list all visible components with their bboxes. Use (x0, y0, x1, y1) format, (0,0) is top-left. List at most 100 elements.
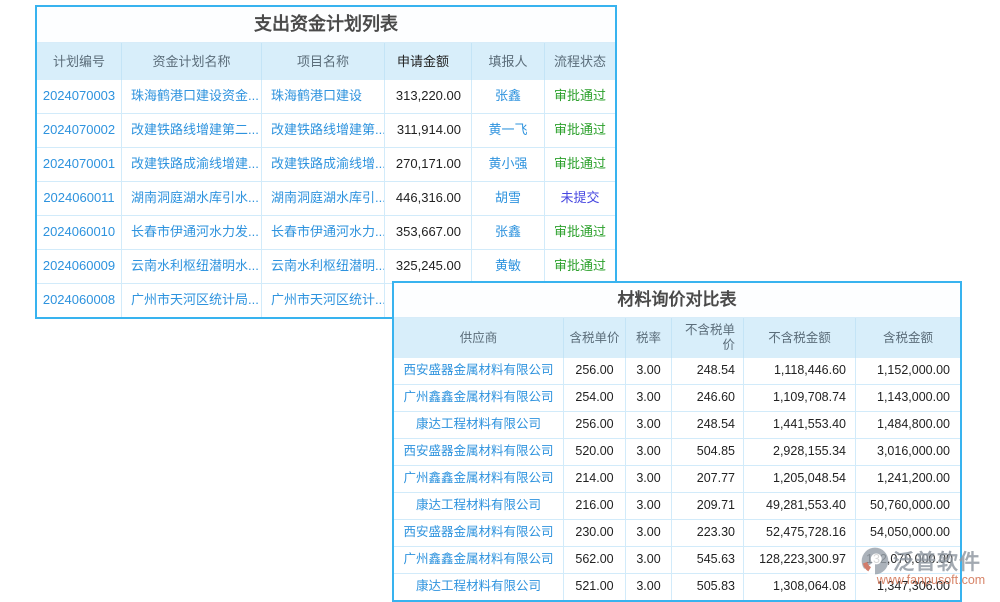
cell-netamount: 1,109,708.74 (744, 385, 856, 411)
cell-id[interactable]: 2024060010 (37, 216, 122, 249)
cell-project[interactable]: 湖南洞庭湖水库引... (262, 182, 385, 215)
table-row: 西安盛器金属材料有限公司520.003.00504.852,928,155.34… (394, 439, 960, 466)
cell-project[interactable]: 改建铁路线增建第... (262, 114, 385, 147)
cell-person[interactable]: 黄小强 (472, 148, 545, 181)
cell-status[interactable]: 审批通过 (545, 80, 615, 113)
table-row: 康达工程材料有限公司521.003.00505.831,308,064.081,… (394, 574, 960, 600)
cell-person[interactable]: 胡雪 (472, 182, 545, 215)
cell-fund[interactable]: 云南水利枢纽潜明水... (122, 250, 262, 283)
cell-id[interactable]: 2024060008 (37, 284, 122, 317)
cell-supplier[interactable]: 广州鑫鑫金属材料有限公司 (394, 466, 564, 492)
cell-id[interactable]: 2024060011 (37, 182, 122, 215)
cell-price: 521.00 (564, 574, 626, 600)
cell-status[interactable]: 未提交 (545, 182, 615, 215)
expenditure-plan-table: 支出资金计划列表 计划编号资金计划名称项目名称申请金额填报人流程状态 20240… (35, 5, 617, 319)
cell-netamount: 1,308,064.08 (744, 574, 856, 600)
cell-person[interactable]: 黄敏 (472, 250, 545, 283)
cell-netprice: 545.63 (672, 547, 744, 573)
cell-amount: 3,016,000.00 (856, 439, 960, 465)
cell-amount: 1,484,800.00 (856, 412, 960, 438)
cell-id[interactable]: 2024070003 (37, 80, 122, 113)
cell-status[interactable]: 审批通过 (545, 250, 615, 283)
table-row: 2024060011湖南洞庭湖水库引水...湖南洞庭湖水库引...446,316… (37, 182, 615, 216)
cell-supplier[interactable]: 康达工程材料有限公司 (394, 574, 564, 600)
cell-id[interactable]: 2024070002 (37, 114, 122, 147)
cell-price: 230.00 (564, 520, 626, 546)
cell-supplier[interactable]: 康达工程材料有限公司 (394, 412, 564, 438)
cell-person[interactable]: 张鑫 (472, 216, 545, 249)
cell-netamount: 49,281,553.40 (744, 493, 856, 519)
cell-netamount: 1,118,446.60 (744, 358, 856, 384)
cell-rate: 3.00 (626, 439, 672, 465)
cell-price: 254.00 (564, 385, 626, 411)
cell-rate: 3.00 (626, 412, 672, 438)
column-header-project: 项目名称 (262, 43, 385, 80)
column-header-fund: 资金计划名称 (122, 43, 262, 80)
cell-rate: 3.00 (626, 493, 672, 519)
cell-amount: 54,050,000.00 (856, 520, 960, 546)
cell-project[interactable]: 云南水利枢纽潜明... (262, 250, 385, 283)
cell-netamount: 1,441,553.40 (744, 412, 856, 438)
cell-netamount: 2,928,155.34 (744, 439, 856, 465)
cell-supplier[interactable]: 西安盛器金属材料有限公司 (394, 520, 564, 546)
cell-supplier[interactable]: 广州鑫鑫金属材料有限公司 (394, 547, 564, 573)
cell-project[interactable]: 改建铁路成渝线增... (262, 148, 385, 181)
cell-supplier[interactable]: 广州鑫鑫金属材料有限公司 (394, 385, 564, 411)
cell-amount: 1,152,000.00 (856, 358, 960, 384)
cell-fund[interactable]: 珠海鹤港口建设资金... (122, 80, 262, 113)
column-header-person: 填报人 (472, 43, 545, 80)
table-row: 2024070003珠海鹤港口建设资金...珠海鹤港口建设313,220.00张… (37, 80, 615, 114)
cell-price: 562.00 (564, 547, 626, 573)
table-row: 2024060010长春市伊通河水力发...长春市伊通河水力...353,667… (37, 216, 615, 250)
cell-fund[interactable]: 改建铁路成渝线增建... (122, 148, 262, 181)
cell-price: 256.00 (564, 358, 626, 384)
table-row: 广州鑫鑫金属材料有限公司562.003.00545.63128,223,300.… (394, 547, 960, 574)
cell-project[interactable]: 长春市伊通河水力... (262, 216, 385, 249)
cell-person[interactable]: 黄一飞 (472, 114, 545, 147)
table-row: 西安盛器金属材料有限公司256.003.00248.541,118,446.60… (394, 358, 960, 385)
cell-rate: 3.00 (626, 358, 672, 384)
cell-netprice: 246.60 (672, 385, 744, 411)
expenditure-plan-title: 支出资金计划列表 (37, 7, 615, 43)
cell-person[interactable]: 张鑫 (472, 80, 545, 113)
material-inquiry-body: 西安盛器金属材料有限公司256.003.00248.541,118,446.60… (394, 358, 960, 600)
cell-rate: 3.00 (626, 520, 672, 546)
cell-netprice: 207.77 (672, 466, 744, 492)
cell-fund[interactable]: 改建铁路线增建第二... (122, 114, 262, 147)
column-header-status: 流程状态 (545, 43, 615, 80)
table-row: 2024070001改建铁路成渝线增建...改建铁路成渝线增...270,171… (37, 148, 615, 182)
cell-amount: 353,667.00 (385, 216, 472, 249)
cell-project[interactable]: 珠海鹤港口建设 (262, 80, 385, 113)
column-header-amount: 申请金额 (385, 43, 472, 80)
cell-status[interactable]: 审批通过 (545, 114, 615, 147)
cell-status[interactable]: 审批通过 (545, 148, 615, 181)
cell-amount: 446,316.00 (385, 182, 472, 215)
cell-netprice: 248.54 (672, 358, 744, 384)
cell-amount: 1,347,306.00 (856, 574, 960, 600)
material-inquiry-header-row: 供应商含税单价税率不含税单价不含税金额含税金额 (394, 318, 960, 358)
cell-id[interactable]: 2024070001 (37, 148, 122, 181)
column-header-price: 含税单价 (564, 318, 626, 358)
table-row: 2024070002改建铁路线增建第二...改建铁路线增建第...311,914… (37, 114, 615, 148)
column-header-id: 计划编号 (37, 43, 122, 80)
cell-supplier[interactable]: 西安盛器金属材料有限公司 (394, 358, 564, 384)
cell-rate: 3.00 (626, 385, 672, 411)
cell-id[interactable]: 2024060009 (37, 250, 122, 283)
column-header-amount: 含税金额 (856, 318, 960, 358)
cell-supplier[interactable]: 康达工程材料有限公司 (394, 493, 564, 519)
cell-price: 216.00 (564, 493, 626, 519)
cell-amount: 313,220.00 (385, 80, 472, 113)
material-inquiry-table: 材料询价对比表 供应商含税单价税率不含税单价不含税金额含税金额 西安盛器金属材料… (392, 281, 962, 602)
cell-netamount: 1,205,048.54 (744, 466, 856, 492)
table-row: 康达工程材料有限公司216.003.00209.7149,281,553.405… (394, 493, 960, 520)
cell-fund[interactable]: 广州市天河区统计局... (122, 284, 262, 317)
cell-fund[interactable]: 湖南洞庭湖水库引水... (122, 182, 262, 215)
cell-supplier[interactable]: 西安盛器金属材料有限公司 (394, 439, 564, 465)
cell-price: 520.00 (564, 439, 626, 465)
material-inquiry-title: 材料询价对比表 (394, 283, 960, 318)
expenditure-plan-header-row: 计划编号资金计划名称项目名称申请金额填报人流程状态 (37, 43, 615, 80)
table-row: 广州鑫鑫金属材料有限公司214.003.00207.771,205,048.54… (394, 466, 960, 493)
cell-project[interactable]: 广州市天河区统计... (262, 284, 385, 317)
cell-status[interactable]: 审批通过 (545, 216, 615, 249)
cell-fund[interactable]: 长春市伊通河水力发... (122, 216, 262, 249)
